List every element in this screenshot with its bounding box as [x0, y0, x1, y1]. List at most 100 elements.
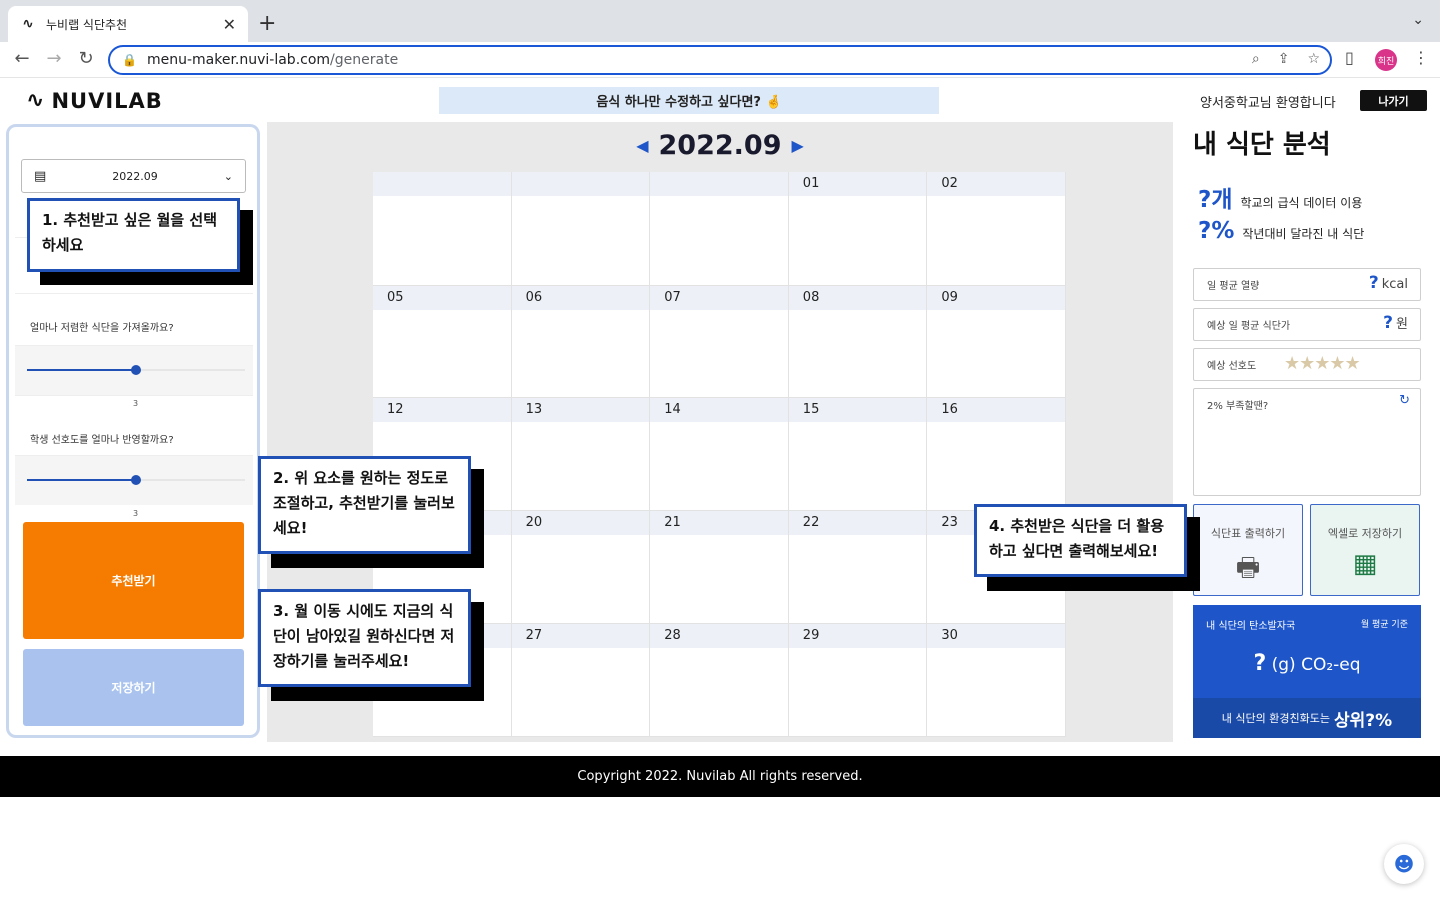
share-icon[interactable]: ⇪ — [1278, 51, 1290, 67]
calendar-day-number: 09 — [927, 286, 1065, 310]
footer: Copyright 2022. Nuvilab All rights reser… — [0, 756, 1440, 797]
pref-slider-value: 3 — [133, 509, 139, 518]
eco-rank: 내 식단의 환경친화도는 상위?% — [1193, 698, 1421, 738]
refresh-icon[interactable]: ↻ — [1399, 393, 1410, 408]
price-slider-track[interactable]: 3 — [27, 365, 245, 408]
calendar-day-cell[interactable]: 30 — [927, 624, 1066, 737]
tab-search-chevron-icon[interactable]: ⌄ — [1412, 12, 1424, 28]
copyright-text: Copyright 2022. Nuvilab All rights reser… — [577, 769, 863, 784]
calendar-day-number — [511, 172, 650, 196]
side-panel-icon[interactable]: ▯ — [1345, 48, 1354, 67]
excel-button[interactable]: 엑셀로 저장하기 ▦ — [1310, 504, 1420, 596]
print-button[interactable]: 식단표 출력하기 🖶 — [1193, 504, 1303, 596]
logo-text: NUVILAB — [51, 88, 163, 113]
excel-button-label: 엑셀로 저장하기 — [1327, 527, 1403, 540]
carbon-number: ? — [1253, 651, 1267, 676]
calendar-day-cell[interactable]: 14 — [650, 398, 789, 511]
exit-button[interactable]: 나가기 — [1360, 90, 1427, 111]
pref-slider-thumb[interactable] — [131, 475, 141, 485]
carbon-value: ? (g) CO₂-eq — [1193, 651, 1421, 676]
calendar-day-number: 27 — [511, 624, 650, 648]
calendar-day-number: 12 — [373, 398, 511, 422]
recommend-button[interactable]: 추천받기 — [23, 522, 244, 639]
pref-slider-track[interactable]: 3 — [27, 475, 245, 518]
calendar-day-number: 06 — [511, 286, 650, 310]
lock-icon: 🔒 — [122, 53, 137, 67]
preference-stars: ★★★★★ — [1284, 353, 1361, 374]
bookmark-star-icon[interactable]: ☆ — [1307, 51, 1320, 67]
reload-icon[interactable]: ↻ — [74, 48, 98, 69]
calendar-day-cell[interactable]: 27 — [511, 624, 651, 737]
missing-box: 2% 부족할땐? ↻ — [1193, 388, 1421, 496]
calendar-day-cell[interactable]: 15 — [788, 398, 928, 511]
calendar-day-cell[interactable]: 22 — [788, 511, 928, 624]
pref-slider[interactable]: 3 — [15, 455, 253, 518]
price-slider-fill — [27, 369, 136, 371]
url-host: menu-maker.nuvi-lab.com — [146, 52, 331, 68]
edit-banner[interactable]: 음식 하나만 수정하고 싶다면? 🤞 — [439, 87, 939, 114]
price-question: 얼마나 저렴한 식단을 가져올까요? — [15, 293, 253, 345]
carbon-footprint-card: 내 식단의 탄소발자국 월 평균 기준 ? (g) CO₂-eq 내 식단의 환… — [1193, 605, 1421, 738]
calendar-day-cell[interactable]: 06 — [511, 286, 651, 398]
calendar-day-cell[interactable]: 05 — [373, 286, 512, 398]
cost-value: ? 원 — [1383, 313, 1408, 333]
forward-icon[interactable]: → — [42, 48, 66, 69]
calendar-day-cell[interactable]: 02 — [927, 172, 1066, 286]
calendar-day-number: 28 — [650, 624, 788, 648]
calendar-day-cell[interactable]: 07 — [650, 286, 789, 398]
calendar-day-number — [650, 172, 788, 196]
kcal-unit: kcal — [1381, 277, 1408, 292]
calendar-day-cell[interactable] — [650, 172, 789, 286]
calendar-day-cell[interactable]: 29 — [788, 624, 928, 737]
calendar-day-cell[interactable]: 01 — [788, 172, 928, 286]
calendar-day-cell[interactable]: 28 — [650, 624, 789, 737]
stat-data-count-value: ?개 — [1198, 187, 1233, 213]
calendar-day-number: 02 — [927, 172, 1065, 196]
cost-label: 예상 일 평균 식단가 — [1207, 321, 1291, 332]
profile-avatar[interactable]: 희진 — [1375, 49, 1397, 71]
kcal-box: 일 평균 열량 ? kcal — [1193, 268, 1421, 301]
new-tab-icon[interactable]: + — [258, 10, 276, 38]
calendar-day-number: 07 — [650, 286, 788, 310]
calendar-day-number: 14 — [650, 398, 788, 422]
calendar-day-number: 08 — [788, 286, 927, 310]
stat-data-count-label: 학교의 급식 데이터 이용 — [1240, 196, 1363, 210]
calendar-day-number: 22 — [788, 511, 927, 535]
stat-change-label: 작년대비 달라진 내 식단 — [1242, 227, 1365, 241]
tab-close-icon[interactable]: ✕ — [223, 15, 236, 34]
address-bar[interactable]: 🔒 menu-maker.nuvi-lab.com/generate ⌕ ⇪ ☆ — [108, 45, 1332, 75]
calendar-day-cell[interactable]: 20 — [511, 511, 651, 624]
next-month-icon[interactable]: ▶ — [785, 136, 809, 155]
calendar-day-number: 16 — [927, 398, 1065, 422]
preference-label: 예상 선호도 — [1207, 361, 1257, 372]
calendar-day-cell[interactable]: 09 — [927, 286, 1066, 398]
calendar-month: 2022.09 — [658, 130, 782, 161]
browser-tab[interactable]: ∿ 누비랩 식단추천 ✕ — [8, 6, 248, 42]
printer-icon: 🖶 — [1235, 553, 1261, 583]
browser-menu-icon[interactable]: ⋮ — [1413, 48, 1429, 67]
preference-box: 예상 선호도 ★★★★★ — [1193, 348, 1421, 381]
calendar-day-cell[interactable]: 21 — [650, 511, 789, 624]
nuvilab-logo[interactable]: ∿ NUVILAB — [26, 88, 163, 113]
prev-month-icon[interactable]: ◀ — [630, 136, 654, 155]
month-select[interactable]: ▤ 2022.09 ⌄ — [21, 159, 246, 193]
analysis-panel: 내 식단 분석 ?개 학교의 급식 데이터 이용 ?% 작년대비 달라진 내 식… — [1180, 122, 1430, 742]
calendar-day-cell[interactable] — [373, 172, 512, 286]
calendar-day-number: 13 — [511, 398, 650, 422]
save-button[interactable]: 저장하기 — [23, 649, 244, 726]
cost-unit: 원 — [1396, 317, 1408, 332]
calendar-day-number: 01 — [788, 172, 927, 196]
calendar-day-cell[interactable] — [511, 172, 651, 286]
pref-slider-fill — [27, 479, 136, 481]
stat-change: ?% 작년대비 달라진 내 식단 — [1198, 218, 1364, 244]
calendar-day-cell[interactable]: 13 — [511, 398, 651, 511]
price-slider[interactable]: 3 — [15, 345, 253, 408]
zoom-search-icon[interactable]: ⌕ — [1252, 51, 1260, 67]
kcal-value: ? kcal — [1369, 273, 1408, 293]
chat-bot-icon[interactable]: ☻ — [1384, 844, 1424, 884]
calendar-day-cell[interactable]: 16 — [927, 398, 1066, 511]
price-slider-thumb[interactable] — [131, 365, 141, 375]
back-icon[interactable]: ← — [10, 48, 34, 69]
calendar-day-cell[interactable]: 08 — [788, 286, 928, 398]
eco-rank-label: 내 식단의 환경친화도는 — [1221, 712, 1330, 725]
